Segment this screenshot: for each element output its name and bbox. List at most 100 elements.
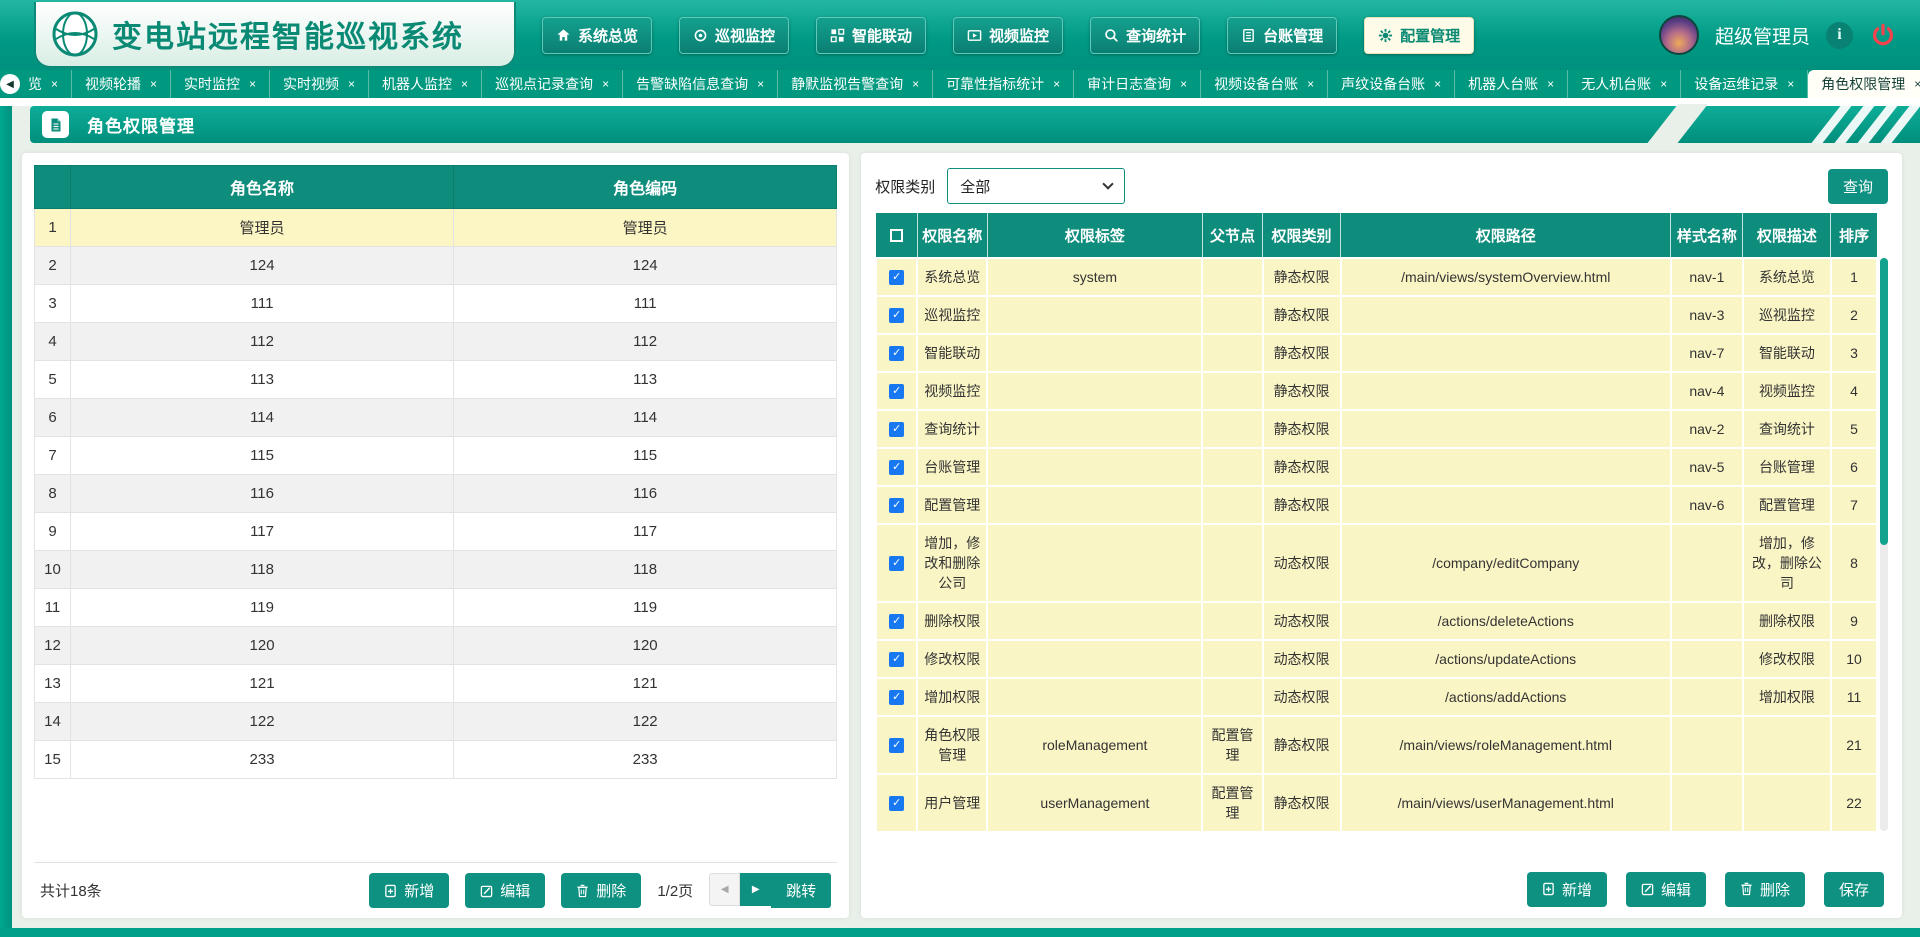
row-checkbox[interactable]: ✓	[889, 308, 904, 323]
nav-button-ledger-management[interactable]: 台账管理	[1227, 17, 1337, 54]
avatar[interactable]	[1659, 15, 1699, 55]
permission-edit-button[interactable]: 编辑	[1626, 872, 1706, 907]
role-row[interactable]: 9117117	[35, 513, 837, 551]
tab-item[interactable]: 实时视频×	[270, 70, 369, 98]
role-row[interactable]: 10118118	[35, 551, 837, 589]
permission-type-select[interactable]: 全部	[947, 168, 1125, 204]
role-row[interactable]: 6114114	[35, 399, 837, 437]
row-checkbox[interactable]: ✓	[889, 652, 904, 667]
permission-row[interactable]: ✓视频监控静态权限nav-4视频监控4	[876, 372, 1877, 410]
role-row[interactable]: 5113113	[35, 361, 837, 399]
permission-row[interactable]: ✓智能联动静态权限nav-7智能联动3	[876, 334, 1877, 372]
tab-close-icon[interactable]: ×	[348, 77, 355, 91]
tab-item[interactable]: 审计日志查询×	[1074, 70, 1201, 98]
tab-item[interactable]: 设备运维记录×	[1681, 70, 1808, 98]
search-button[interactable]: 查询	[1828, 169, 1888, 204]
role-row[interactable]: 8116116	[35, 475, 837, 513]
role-row[interactable]: 12120120	[35, 627, 837, 665]
tab-close-icon[interactable]: ×	[51, 77, 58, 91]
tab-close-icon[interactable]: ×	[249, 77, 256, 91]
role-row[interactable]: 15233233	[35, 741, 837, 779]
role-delete-button[interactable]: 删除	[561, 873, 641, 908]
nav-button-query-stats[interactable]: 查询统计	[1090, 17, 1200, 54]
tab-close-icon[interactable]: ×	[1914, 77, 1920, 91]
tab-close-icon[interactable]: ×	[757, 77, 764, 91]
tab-close-icon[interactable]: ×	[1307, 77, 1314, 91]
permission-row[interactable]: ✓系统总览system静态权限/main/views/systemOvervie…	[876, 258, 1877, 296]
permission-delete-button[interactable]: 删除	[1725, 872, 1805, 907]
tab-item[interactable]: 实时监控×	[171, 70, 270, 98]
tab-item[interactable]: 机器人监控×	[369, 70, 482, 98]
tab-item[interactable]: 视频设备台账×	[1201, 70, 1328, 98]
row-checkbox[interactable]: ✓	[889, 556, 904, 571]
permission-row[interactable]: ✓巡视监控静态权限nav-3巡视监控2	[876, 296, 1877, 334]
tab-close-icon[interactable]: ×	[1787, 77, 1794, 91]
save-button[interactable]: 保存	[1824, 872, 1884, 907]
tab-close-icon[interactable]: ×	[461, 77, 468, 91]
row-checkbox[interactable]: ✓	[889, 346, 904, 361]
role-row[interactable]: 4112112	[35, 323, 837, 361]
permission-row[interactable]: ✓增加权限动态权限/actions/addActions增加权限11	[876, 678, 1877, 716]
tab-item[interactable]: 巡视点记录查询×	[482, 70, 623, 98]
nav-button-inspection-monitor[interactable]: 巡视监控	[679, 17, 789, 54]
nav-button-smart-linkage[interactable]: 智能联动	[816, 17, 926, 54]
tab-close-icon[interactable]: ×	[1434, 77, 1441, 91]
permission-add-button[interactable]: 新增	[1527, 872, 1607, 907]
prev-page-button[interactable]: ◀	[709, 873, 740, 906]
tab-close-icon[interactable]: ×	[912, 77, 919, 91]
tab-item[interactable]: 静默监视告警查询×	[778, 70, 933, 98]
jump-page-button[interactable]: 跳转	[771, 873, 831, 908]
row-checkbox[interactable]: ✓	[889, 498, 904, 513]
permission-row[interactable]: ✓增加，修改和删除公司动态权限/company/editCompany增加，修改…	[876, 524, 1877, 602]
tab-close-icon[interactable]: ×	[1180, 77, 1187, 91]
tab-close-icon[interactable]: ×	[602, 77, 609, 91]
tab-close-icon[interactable]: ×	[1660, 77, 1667, 91]
row-checkbox[interactable]: ✓	[889, 614, 904, 629]
row-checkbox[interactable]: ✓	[889, 738, 904, 753]
select-all-checkbox[interactable]	[890, 229, 903, 242]
permission-row[interactable]: ✓查询统计静态权限nav-2查询统计5	[876, 410, 1877, 448]
role-row[interactable]: 13121121	[35, 665, 837, 703]
row-checkbox[interactable]: ✓	[889, 690, 904, 705]
permission-row[interactable]: ✓删除权限动态权限/actions/deleteActions删除权限9	[876, 602, 1877, 640]
tab-close-icon[interactable]: ×	[1547, 77, 1554, 91]
permission-row[interactable]: ✓角色权限管理roleManagement配置管理静态权限/main/views…	[876, 716, 1877, 774]
tab-scroll-left-button[interactable]: ◀	[0, 70, 20, 98]
scrollbar-thumb[interactable]	[1880, 258, 1888, 545]
role-row[interactable]: 7115115	[35, 437, 837, 475]
tab-close-icon[interactable]: ×	[1053, 77, 1060, 91]
tab-close-icon[interactable]: ×	[150, 77, 157, 91]
permission-row[interactable]: ✓修改权限动态权限/actions/updateActions修改权限10	[876, 640, 1877, 678]
row-checkbox[interactable]: ✓	[889, 422, 904, 437]
tab-item[interactable]: 声纹设备台账×	[1328, 70, 1455, 98]
tab-item[interactable]: 机器人台账×	[1455, 70, 1568, 98]
tab-item[interactable]: 可靠性指标统计×	[933, 70, 1074, 98]
permission-row[interactable]: ✓用户管理userManagement配置管理静态权限/main/views/u…	[876, 774, 1877, 832]
nav-button-system-overview[interactable]: 系统总览	[542, 17, 652, 54]
row-checkbox[interactable]: ✓	[889, 384, 904, 399]
row-checkbox[interactable]: ✓	[889, 460, 904, 475]
role-row[interactable]: 3111111	[35, 285, 837, 323]
nav-button-video-monitor[interactable]: 视频监控	[953, 17, 1063, 54]
permission-row[interactable]: ✓台账管理静态权限nav-5台账管理6	[876, 448, 1877, 486]
permission-row[interactable]: ✓配置管理静态权限nav-6配置管理7	[876, 486, 1877, 524]
info-icon[interactable]: i	[1826, 22, 1853, 49]
nav-button-config-management[interactable]: 配置管理	[1364, 17, 1474, 54]
tab-item[interactable]: 视频轮播×	[72, 70, 171, 98]
permission-path-cell	[1341, 448, 1671, 486]
row-checkbox[interactable]: ✓	[889, 270, 904, 285]
row-checkbox[interactable]: ✓	[889, 796, 904, 811]
tab-item[interactable]: 览×	[20, 70, 72, 98]
power-icon[interactable]	[1869, 22, 1896, 49]
scrollbar-track[interactable]	[1880, 258, 1888, 831]
role-add-button[interactable]: 新增	[369, 873, 449, 908]
tab-item[interactable]: 角色权限管理×	[1808, 70, 1920, 98]
tab-item[interactable]: 无人机台账×	[1568, 70, 1681, 98]
tab-item[interactable]: 告警缺陷信息查询×	[623, 70, 778, 98]
next-page-button[interactable]: ▶	[740, 873, 771, 906]
role-row[interactable]: 1管理员管理员	[35, 209, 837, 247]
role-edit-button[interactable]: 编辑	[465, 873, 545, 908]
role-row[interactable]: 2124124	[35, 247, 837, 285]
role-row[interactable]: 11119119	[35, 589, 837, 627]
role-row[interactable]: 14122122	[35, 703, 837, 741]
